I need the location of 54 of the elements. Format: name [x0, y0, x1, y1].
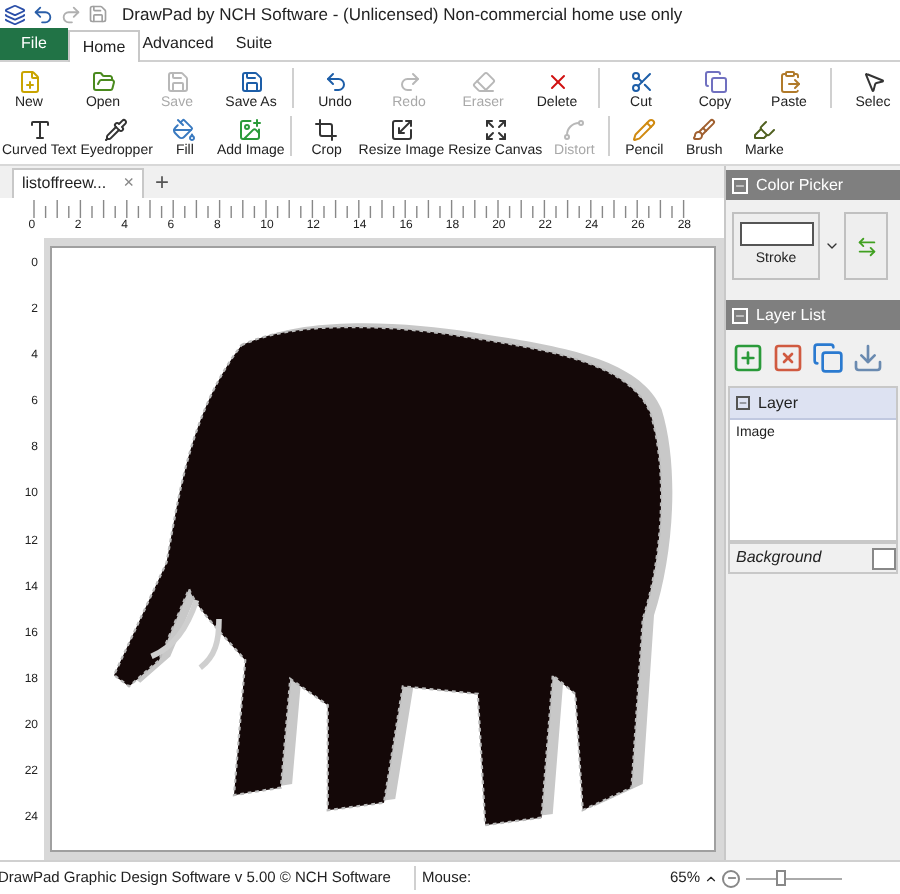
cursor-icon [861, 70, 885, 94]
delete-layer-icon[interactable] [772, 342, 804, 374]
text-icon [27, 118, 52, 142]
window-title: DrawPad by NCH Software - (Unlicensed) Non-commercial home use only [122, 1, 683, 27]
panel-title: Color Picker [756, 173, 844, 197]
undo-icon [323, 70, 347, 94]
crop-icon [314, 118, 339, 142]
paint-bucket-icon [172, 118, 197, 142]
dropdown-caret-icon[interactable] [824, 238, 840, 254]
document-tab[interactable]: listoffreew... × [12, 168, 144, 198]
folder-icon [91, 70, 115, 94]
background-swatch[interactable] [872, 547, 896, 569]
close-button[interactable]: × [123, 170, 134, 198]
image-plus-icon [238, 118, 263, 142]
zoom-slider[interactable] [746, 868, 843, 888]
background-label: Background [736, 546, 822, 570]
copy-icon [703, 70, 727, 94]
scissors-icon [629, 70, 653, 94]
save-icon [165, 70, 189, 94]
stroke-swatch [739, 221, 813, 246]
drawing-canvas[interactable] [50, 246, 716, 852]
ribbon-tab[interactable]: Advanced [140, 28, 216, 60]
resize-icon [389, 118, 414, 142]
duplicate-layer-icon[interactable] [812, 342, 844, 374]
x-icon [545, 70, 569, 94]
slider-thumb[interactable] [776, 870, 787, 886]
brush-icon [692, 118, 717, 142]
curve-icon [562, 118, 587, 142]
merge-layer-icon[interactable] [852, 342, 884, 374]
marker-icon [752, 118, 777, 142]
redo-icon [397, 70, 421, 94]
ribbon-tab[interactable]: File [0, 28, 68, 60]
swap-colors-button[interactable] [844, 212, 888, 280]
new-tab-button[interactable]: + [148, 168, 176, 198]
app-logo-icon [4, 3, 26, 25]
minus-icon [725, 872, 738, 884]
swap-arrows-icon [855, 235, 877, 257]
clipboard-icon [777, 70, 801, 94]
ribbon-tab[interactable]: Home [68, 30, 140, 62]
expand-icon [483, 118, 508, 142]
panel-title: Layer List [756, 303, 826, 327]
pencil-icon [632, 118, 657, 142]
tab-label: listoffreew... [22, 172, 107, 196]
caret-icon[interactable] [704, 871, 719, 885]
new-file-icon [17, 70, 41, 94]
eraser-icon [471, 70, 495, 94]
add-layer-icon[interactable] [732, 342, 764, 374]
save-icon [239, 70, 263, 94]
collapse-icon[interactable] [736, 396, 750, 410]
layer-header-label: Layer [758, 391, 799, 415]
ribbon-tab[interactable]: Suite [216, 28, 292, 60]
save-icon[interactable] [88, 4, 108, 24]
eyedropper-icon [104, 118, 129, 142]
undo-icon[interactable] [32, 3, 54, 25]
